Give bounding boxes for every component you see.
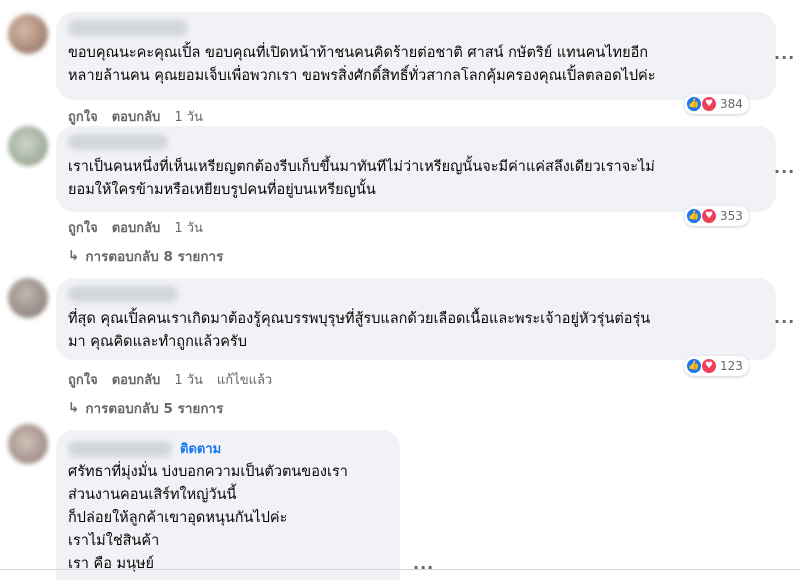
reaction-summary[interactable]: 👍 ♥ 384: [684, 94, 749, 114]
like-reaction-icon: 👍: [686, 96, 702, 112]
timestamp[interactable]: 1 วัน: [174, 369, 203, 390]
comment-text: ศรัทธาที่มุ่งมั่น บ่งบอกความเป็นตัวตนของ…: [68, 464, 348, 572]
like-button[interactable]: ถูกใจ: [68, 217, 98, 238]
avatar[interactable]: [8, 126, 48, 166]
more-options-button[interactable]: ···: [774, 162, 795, 181]
avatar[interactable]: [8, 278, 48, 318]
replies-label: การตอบกลับ 5 รายการ: [85, 401, 224, 417]
comment-bubble: ติดตาม ศรัทธาที่มุ่งมั่น บ่งบอกความเป็นต…: [56, 430, 400, 580]
comment-text: ที่สุด คุณเปิ้ลคนเราเกิดมาต้องรู้คุณบรรพ…: [68, 311, 651, 350]
reply-button[interactable]: ตอบกลับ: [112, 369, 161, 390]
reaction-summary[interactable]: 👍 ♥ 353: [684, 206, 749, 226]
comment-bubble: ที่สุด คุณเปิ้ลคนเราเกิดมาต้องรู้คุณบรรพ…: [56, 278, 776, 360]
commenter-name[interactable]: [68, 20, 188, 36]
like-reaction-icon: 👍: [686, 358, 702, 374]
view-replies-link[interactable]: ↳ การตอบกลับ 8 รายการ: [68, 245, 223, 267]
comment-actions: ถูกใจ ตอบกลับ 1 วัน แก้ไขแล้ว: [68, 369, 272, 390]
like-button[interactable]: ถูกใจ: [68, 106, 98, 127]
reply-button[interactable]: ตอบกลับ: [112, 217, 161, 238]
edited-label[interactable]: แก้ไขแล้ว: [217, 369, 272, 390]
comment-bubble: ขอบคุณนะคะคุณเปิ้ล ขอบคุณที่เปิดหน้าท้าช…: [56, 12, 776, 100]
comment-text: เราเป็นคนหนึ่งที่เห็นเหรียญตกต้องรีบเก็บ…: [68, 159, 655, 198]
timestamp[interactable]: 1 วัน: [174, 106, 203, 127]
reply-arrow-icon: ↳: [68, 248, 80, 264]
comment-text: ขอบคุณนะคะคุณเปิ้ล ขอบคุณที่เปิดหน้าท้าช…: [68, 45, 656, 84]
love-reaction-icon: ♥: [701, 358, 717, 374]
more-options-button[interactable]: ···: [413, 558, 434, 577]
replies-label: การตอบกลับ 8 รายการ: [85, 249, 224, 265]
comment-actions: ถูกใจ ตอบกลับ 1 วัน: [68, 106, 203, 127]
timestamp[interactable]: 1 วัน: [174, 217, 203, 238]
commenter-name[interactable]: [68, 134, 168, 150]
like-button[interactable]: ถูกใจ: [68, 369, 98, 390]
comment-actions: ถูกใจ ตอบกลับ 1 วัน: [68, 217, 203, 238]
love-reaction-icon: ♥: [701, 208, 717, 224]
avatar[interactable]: [8, 424, 48, 464]
reply-button[interactable]: ตอบกลับ: [112, 106, 161, 127]
view-replies-link[interactable]: ↳ การตอบกลับ 5 รายการ: [68, 397, 223, 419]
like-reaction-icon: 👍: [686, 208, 702, 224]
commenter-name[interactable]: [68, 286, 178, 302]
divider: [0, 569, 800, 570]
reaction-count: 353: [720, 209, 743, 223]
love-reaction-icon: ♥: [701, 96, 717, 112]
reaction-count: 384: [720, 97, 743, 111]
more-options-button[interactable]: ···: [774, 48, 795, 67]
reply-arrow-icon: ↳: [68, 400, 80, 416]
reaction-count: 123: [720, 359, 743, 373]
more-options-button[interactable]: ···: [774, 312, 795, 331]
avatar[interactable]: [8, 14, 48, 54]
commenter-name[interactable]: [68, 440, 172, 457]
follow-button[interactable]: ติดตาม: [180, 438, 221, 459]
comment-bubble: เราเป็นคนหนึ่งที่เห็นเหรียญตกต้องรีบเก็บ…: [56, 126, 776, 212]
reaction-summary[interactable]: 👍 ♥ 123: [684, 356, 749, 376]
